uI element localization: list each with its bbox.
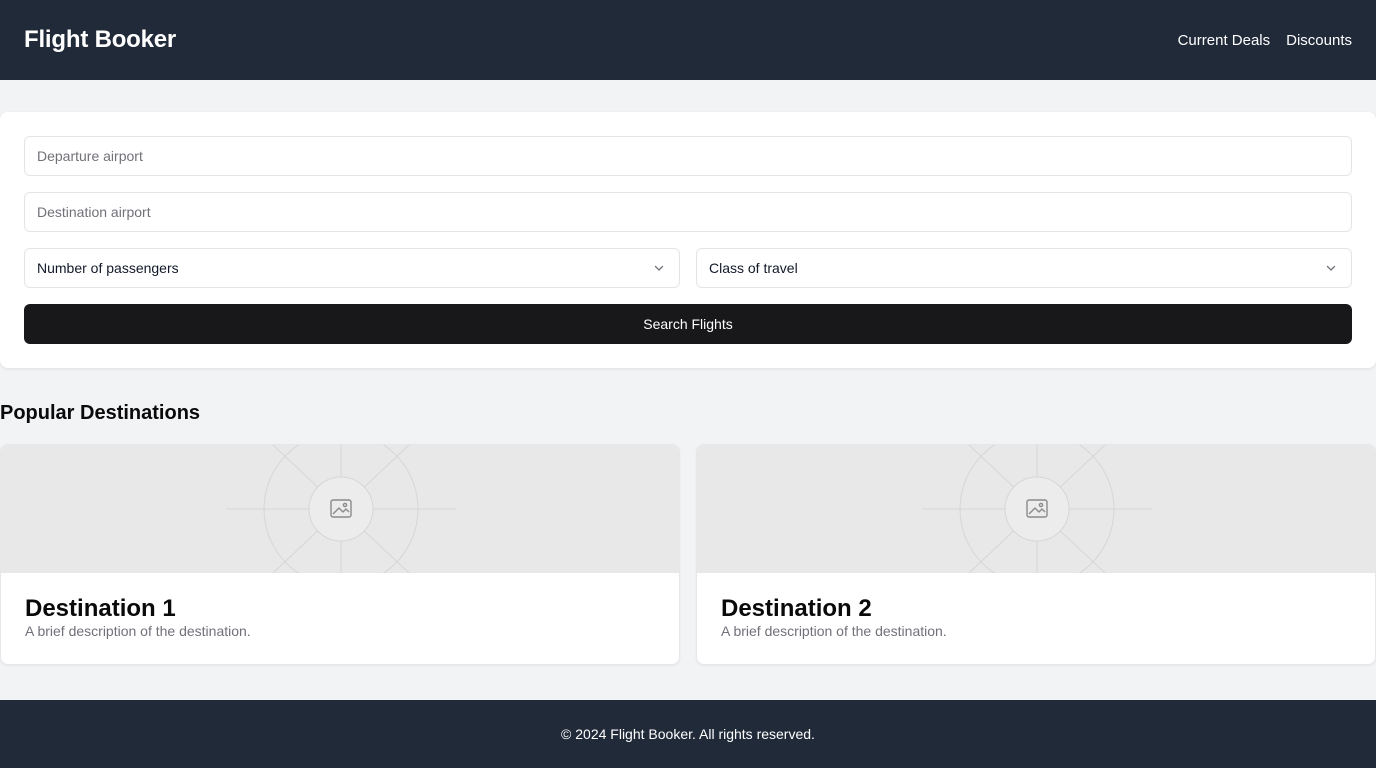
class-select-label: Class of travel (709, 260, 798, 276)
destination-image (697, 445, 1375, 573)
site-footer: © 2024 Flight Booker. All rights reserve… (0, 700, 1376, 768)
popular-destinations-heading: Popular Destinations (0, 402, 201, 424)
destination-card-1[interactable]: Destination 1 A brief description of the… (0, 444, 680, 665)
search-flights-button[interactable]: Search Flights (24, 304, 1352, 344)
destination-input[interactable] (37, 204, 1339, 220)
class-select[interactable]: Class of travel (696, 248, 1352, 288)
destination-name: Destination 1 (25, 595, 176, 622)
destination-name: Destination 2 (721, 595, 872, 622)
image-placeholder-icon (922, 445, 1152, 573)
flight-search-form: Number of passengers Class of travel Sea… (0, 112, 1376, 368)
passengers-select-label: Number of passengers (37, 260, 179, 276)
destination-description: A brief description of the destination. (25, 623, 251, 639)
chevron-down-icon (1323, 260, 1339, 276)
chevron-down-icon (651, 260, 667, 276)
destination-description: A brief description of the destination. (721, 623, 947, 639)
image-placeholder-icon (226, 445, 456, 573)
main-nav: Current Deals Discounts (1178, 32, 1352, 49)
departure-field[interactable] (24, 136, 1352, 176)
departure-input[interactable] (37, 148, 1339, 164)
site-title[interactable]: Flight Booker (24, 26, 176, 54)
passengers-select[interactable]: Number of passengers (24, 248, 680, 288)
destination-image (1, 445, 679, 573)
site-header: Flight Booker Current Deals Discounts (0, 0, 1376, 80)
nav-link-discounts[interactable]: Discounts (1286, 32, 1352, 49)
nav-link-current-deals[interactable]: Current Deals (1178, 32, 1271, 49)
destination-card-2[interactable]: Destination 2 A brief description of the… (696, 444, 1376, 665)
destination-field[interactable] (24, 192, 1352, 232)
copyright-text: © 2024 Flight Booker. All rights reserve… (561, 726, 815, 742)
